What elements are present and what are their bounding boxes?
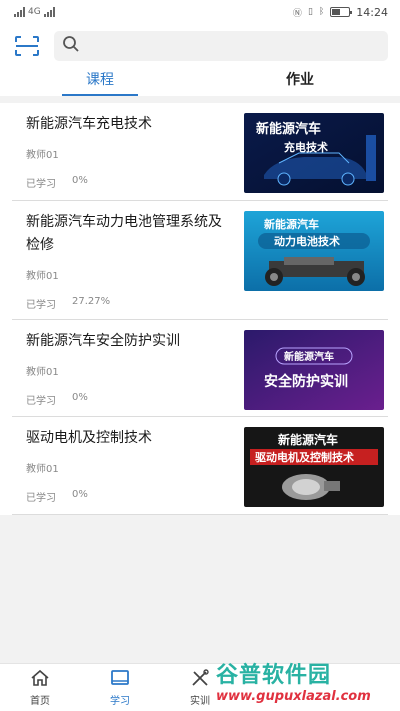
progress-label: 已学习 <box>26 179 56 190</box>
course-title: 新能源汽车安全防护实训 <box>26 333 180 349</box>
course-teacher: 教师01 <box>26 150 59 161</box>
vibrate-icon: ▯ <box>307 7 313 17</box>
signal-icon <box>14 7 25 17</box>
thumb-line2: 动力电池技术 <box>274 234 340 248</box>
course-thumbnail[interactable]: 新能源汽车 动力电池技术 <box>244 211 384 291</box>
nav-practice-label: 实训 <box>190 695 210 707</box>
course-info: 驱动电机及控制技术 教师01 已学习 0% <box>12 427 244 514</box>
course-progress: 已学习 27.27% <box>26 296 244 311</box>
nav-practice[interactable]: 实训 <box>160 664 240 711</box>
tab-bar: 课程 作业 <box>0 68 400 96</box>
thumb-line2: 驱动电机及控制技术 <box>255 450 354 464</box>
system-indicators: Ⓝ ▯ ᛒ 14:24 <box>293 6 388 19</box>
course-title: 驱动电机及控制技术 <box>26 430 152 446</box>
course-info: 新能源汽车安全防护实训 教师01 已学习 0% <box>12 330 244 416</box>
course-teacher: 教师01 <box>26 271 59 282</box>
progress-value: 27.27% <box>72 296 111 307</box>
course-thumbnail[interactable]: 新能源汽车 充电技术 <box>244 113 384 193</box>
app-root: 4G Ⓝ ▯ ᛒ 14:24 课程 作业 新能源汽车充电技术 教师01 已学习 … <box>0 0 400 711</box>
nfc-icon: Ⓝ <box>292 8 302 19</box>
course-teacher: 教师01 <box>26 367 59 378</box>
progress-label: 已学习 <box>26 396 56 407</box>
book-icon <box>110 669 130 690</box>
bluetooth-icon: ᛒ <box>318 7 325 17</box>
bottom-nav: 首页 学习 实训 <box>0 663 400 711</box>
progress-value: 0% <box>72 392 88 403</box>
home-icon <box>30 669 50 690</box>
thumb-line1: 新能源汽车 <box>264 217 319 231</box>
search-input[interactable] <box>86 38 388 54</box>
course-teacher: 教师01 <box>26 464 59 475</box>
signal-indicators: 4G <box>14 7 55 17</box>
course-item[interactable]: 驱动电机及控制技术 教师01 已学习 0% 新能源汽车 驱动电机及控制技术 <box>0 417 400 514</box>
clock: 14:24 <box>356 5 388 19</box>
thumb-line2: 安全防护实训 <box>264 373 348 390</box>
scan-icon[interactable] <box>14 35 40 57</box>
battery-icon <box>330 7 353 17</box>
progress-label: 已学习 <box>26 300 56 311</box>
search-box[interactable] <box>54 31 388 61</box>
thumb-line2: 充电技术 <box>284 140 328 154</box>
thumb-line1: 新能源汽车 <box>284 350 334 363</box>
course-item[interactable]: 新能源汽车动力电池管理系统及检修 教师01 已学习 27.27% 新能源汽车 动… <box>0 201 400 319</box>
tab-courses[interactable]: 课程 <box>0 68 200 96</box>
progress-value: 0% <box>72 489 88 500</box>
nav-home[interactable]: 首页 <box>0 664 80 711</box>
course-title: 新能源汽车充电技术 <box>26 116 152 132</box>
status-bar: 4G Ⓝ ▯ ᛒ 14:24 <box>0 0 400 24</box>
search-icon <box>62 35 80 57</box>
nav-study[interactable]: 学习 <box>80 664 160 711</box>
tools-icon <box>190 668 210 690</box>
course-thumbnail[interactable]: 新能源汽车 安全防护实训 <box>244 330 384 410</box>
course-thumbnail[interactable]: 新能源汽车 驱动电机及控制技术 <box>244 427 384 507</box>
nav-home-label: 首页 <box>30 695 50 707</box>
course-item[interactable]: 新能源汽车安全防护实训 教师01 已学习 0% 新能源汽车 安全防护实训 <box>0 320 400 416</box>
tab-homework[interactable]: 作业 <box>200 68 400 96</box>
course-progress: 已学习 0% <box>26 489 244 504</box>
course-info: 新能源汽车充电技术 教师01 已学习 0% <box>12 113 244 200</box>
course-list: 新能源汽车充电技术 教师01 已学习 0% 新能源汽车 充电技术 新能源汽车动力… <box>0 103 400 515</box>
thumb-line1: 新能源汽车 <box>256 121 321 137</box>
divider <box>12 514 388 515</box>
progress-value: 0% <box>72 175 88 186</box>
signal-icon-2 <box>43 7 55 17</box>
network-type: 4G <box>28 7 41 17</box>
course-progress: 已学习 0% <box>26 392 244 407</box>
thumb-line1: 新能源汽车 <box>278 432 338 447</box>
course-progress: 已学习 0% <box>26 175 244 190</box>
nav-study-label: 学习 <box>110 695 130 707</box>
progress-label: 已学习 <box>26 493 56 504</box>
course-title: 新能源汽车动力电池管理系统及检修 <box>26 214 222 253</box>
course-info: 新能源汽车动力电池管理系统及检修 教师01 已学习 27.27% <box>12 211 244 319</box>
app-header <box>0 24 400 68</box>
course-item[interactable]: 新能源汽车充电技术 教师01 已学习 0% 新能源汽车 充电技术 <box>0 103 400 200</box>
